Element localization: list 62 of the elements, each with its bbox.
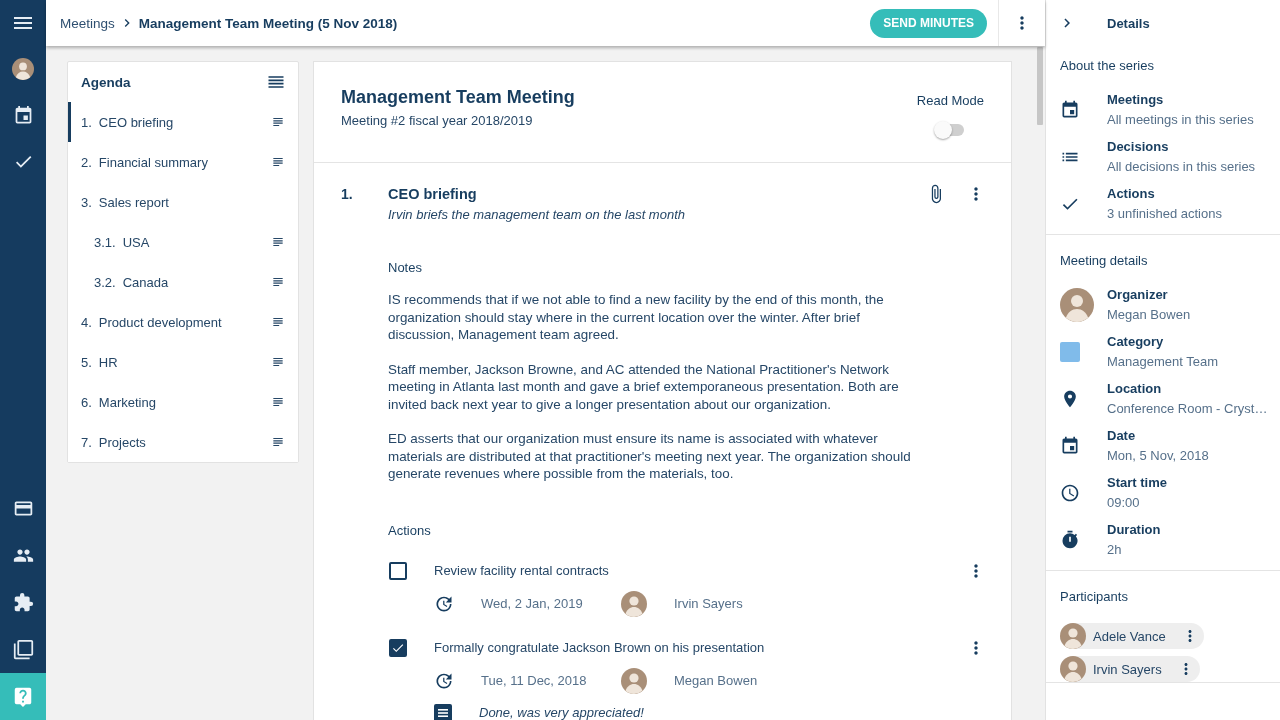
- detail-label: Category: [1107, 333, 1165, 351]
- puzzle-icon[interactable]: [12, 592, 34, 613]
- detail-label: Start time: [1107, 474, 1167, 492]
- topic-description: Irvin briefs the management team on the last month: [388, 206, 686, 224]
- help-icon: [12, 685, 34, 708]
- panel-title: Details: [1107, 15, 1150, 31]
- stopwatch-icon: [1060, 530, 1080, 550]
- detail-value: Megan Bowen: [1107, 306, 1191, 324]
- topic-title: CEO briefing: [388, 185, 478, 204]
- participant-chip[interactable]: Irvin Sayers: [1060, 656, 1200, 682]
- topic-number: 1.: [341, 185, 354, 204]
- series-description: All meetings in this series: [1107, 111, 1254, 129]
- section-heading: Meeting details: [1060, 252, 1149, 270]
- checkbox[interactable]: [389, 561, 407, 580]
- series-description: All decisions in this series: [1107, 158, 1256, 176]
- detail-value: 2h: [1107, 541, 1123, 559]
- assignee-name: Irvin Sayers: [674, 596, 743, 611]
- actions-heading: Actions: [388, 521, 432, 540]
- calendar-icon: [1060, 100, 1080, 120]
- detail-label: Date: [1107, 427, 1137, 445]
- series-link[interactable]: Decisions: [1107, 137, 1256, 157]
- detail-value: 09:00: [1107, 494, 1141, 512]
- copy-icon[interactable]: [12, 639, 34, 660]
- avatar-icon: [1060, 623, 1086, 649]
- detail-value: Management Team: [1107, 353, 1219, 371]
- detail-label: Duration: [1107, 521, 1161, 539]
- assignee-name: Megan Bowen: [674, 673, 758, 688]
- due-date: Tue, 11 Dec, 2018: [481, 673, 588, 688]
- notes-paragraph: IS recommends that if we not able to find a new facility by the end of this month, the organization should stay where in the current location over the winter. After brief discussion, Management team agreed.: [388, 291, 885, 344]
- action-title: Formally congratulate Jackson Brown on his presentation: [434, 640, 765, 655]
- clock-icon: [1060, 483, 1080, 503]
- section-heading: Participants: [1060, 588, 1129, 606]
- due-date: Wed, 2 Jan, 2019: [481, 596, 584, 611]
- notes-paragraph: Staff member, Jackson Browne, and AC attended the National Practitioner's Network meeting in Atlanta last month and gave a brief extemporaneous presentation. Both are invited back next year to give a longer presentation about our organization.: [388, 360, 900, 413]
- detail-value: Conference Room - Cryst…: [1107, 400, 1266, 418]
- read-mode-label: Read Mode: [916, 92, 984, 110]
- calendar-icon: [1060, 436, 1080, 456]
- scrollbar-thumb[interactable]: [1036, 47, 1043, 125]
- meeting-subtitle: Meeting #2 fiscal year 2018/2019: [341, 112, 534, 130]
- participant-name: Adele Vance: [1093, 628, 1166, 644]
- detail-label: Location: [1107, 380, 1163, 398]
- notes-paragraph: ED asserts that our organization must ensure its name is associated with whatever materials are distributed at that practitioner's meeting next year. The organization should generate revenues where possible from the materials, too.: [388, 430, 912, 483]
- avatar-icon: [1060, 288, 1094, 322]
- section-heading: About the series: [1060, 57, 1155, 75]
- action-title: Review facility rental contracts: [434, 563, 609, 578]
- series-link[interactable]: Actions: [1107, 184, 1222, 204]
- breadcrumb-link[interactable]: Meetings: [60, 15, 115, 31]
- participant-chip[interactable]: Adele Vance: [1060, 623, 1204, 649]
- agenda-title: Agenda: [81, 74, 131, 90]
- avatar-icon: [621, 590, 647, 617]
- detail-label: Organizer: [1107, 286, 1169, 304]
- series-link[interactable]: Meetings: [1107, 90, 1254, 110]
- notes-heading: Notes: [388, 259, 423, 277]
- avatar-icon: [12, 58, 34, 80]
- meeting-title: Management Team Meeting: [341, 86, 575, 108]
- avatar-icon: [621, 667, 647, 694]
- action-comment: Done, was very appreciated!: [479, 705, 644, 720]
- participant-name: Irvin Sayers: [1093, 661, 1162, 677]
- checkbox[interactable]: [389, 638, 407, 657]
- page-title: Management Team Meeting (5 Nov 2018): [138, 15, 398, 31]
- series-description: 3 unfinished actions: [1107, 205, 1222, 223]
- detail-value: Mon, 5 Nov, 2018: [1107, 447, 1209, 465]
